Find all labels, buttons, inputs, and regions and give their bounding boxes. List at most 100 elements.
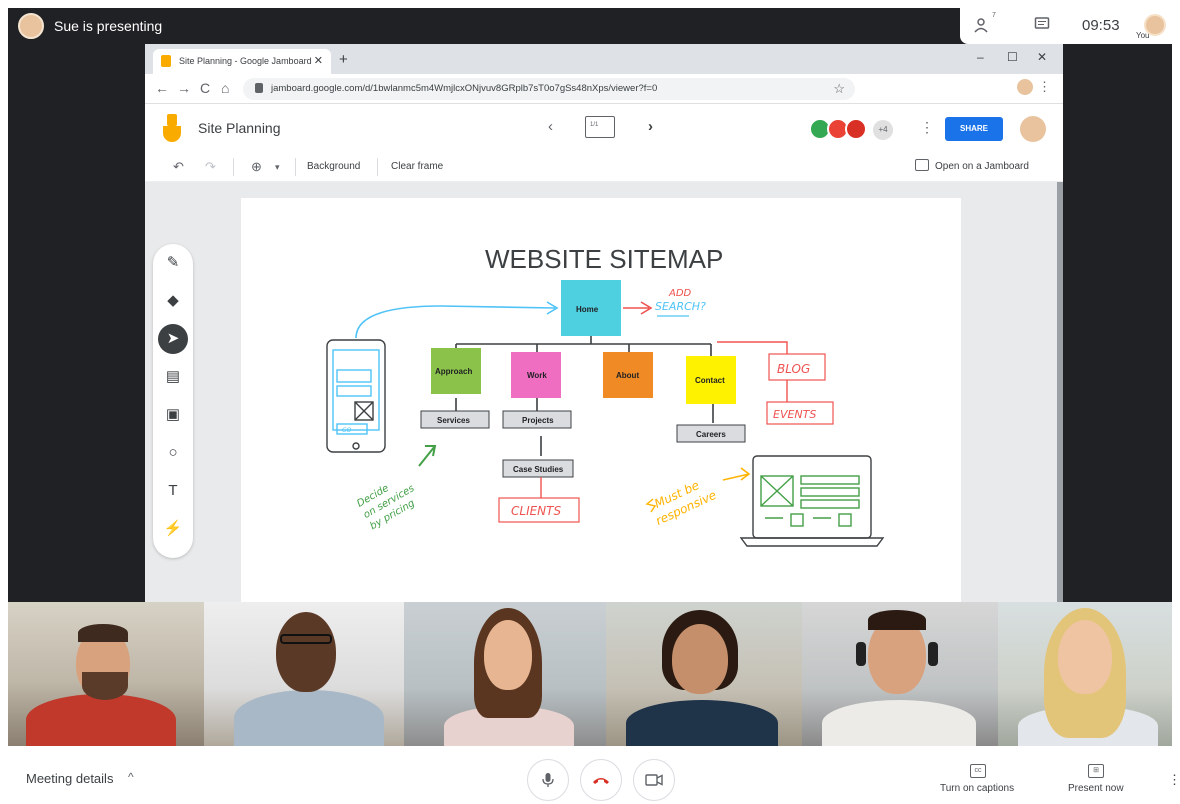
more-collaborators-badge[interactable]: +4	[873, 120, 893, 140]
url-text: jamboard.google.com/d/1bwlanmc5m4WmjlcxO…	[271, 83, 658, 94]
people-icon[interactable]	[974, 16, 994, 36]
sticky-work[interactable]: Work	[511, 352, 561, 398]
close-window-button[interactable]: ✕	[1037, 50, 1047, 64]
image-tool-icon[interactable]: ▣	[158, 400, 188, 430]
browser-menu-icon[interactable]: ⋮	[1038, 79, 1051, 95]
bookmark-star-icon[interactable]: ☆	[833, 81, 845, 97]
next-frame-icon[interactable]: ›	[648, 118, 653, 135]
zoom-icon[interactable]: ⊕	[251, 159, 262, 175]
top-bar: Sue is presenting 7 09:53 You	[8, 8, 1172, 44]
sticky-note-tool-icon[interactable]: ▤	[158, 362, 188, 392]
blog-label: BLOG	[777, 362, 810, 376]
canvas-scrollbar[interactable]	[1057, 182, 1063, 602]
sticky-about[interactable]: About	[603, 352, 653, 398]
new-tab-button[interactable]: +	[339, 51, 348, 68]
sitemap-drawing: WEBSITE SITEMAP Home Approach Work About…	[326, 244, 885, 547]
box-services[interactable]: Services	[420, 410, 490, 429]
participant-tile[interactable]	[8, 602, 204, 746]
jam-frame[interactable]: WEBSITE SITEMAP Home Approach Work About…	[241, 198, 961, 602]
present-icon[interactable]: ⊞	[1088, 764, 1104, 778]
document-title[interactable]: Site Planning	[198, 120, 281, 136]
sticky-approach[interactable]: Approach	[431, 348, 481, 394]
present-now-button[interactable]: Present now	[1068, 783, 1124, 794]
jamboard-favicon-icon	[161, 55, 171, 67]
presentation-area: Site Planning - Google Jamboard ✕ + – ☐ …	[8, 44, 1172, 602]
browser-navbar: ← → C ⌂ jamboard.google.com/d/1bwlanmc5m…	[145, 74, 1063, 104]
more-options-icon[interactable]: ⋮	[1168, 772, 1180, 788]
tools-sidebar: ✎ ◆ ➤ ▤ ▣ ○ T ⚡	[153, 244, 193, 558]
account-avatar[interactable]	[1020, 116, 1046, 142]
svg-text:Case Studies: Case Studies	[513, 465, 564, 474]
clock: 09:53	[1082, 17, 1120, 34]
text-box-tool-icon[interactable]: T	[158, 476, 188, 506]
participant-tile[interactable]	[802, 602, 998, 746]
people-count: 7	[992, 12, 996, 19]
open-on-jamboard-icon[interactable]	[915, 159, 929, 171]
box-projects[interactable]: Projects	[502, 410, 572, 429]
zoom-dropdown-icon[interactable]: ▾	[275, 162, 280, 173]
collaborator-avatar	[845, 118, 867, 140]
back-icon[interactable]: ←	[155, 80, 169, 96]
participant-tile[interactable]	[998, 602, 1172, 746]
frame-indicator: 1/1	[590, 122, 599, 128]
camera-icon	[645, 774, 663, 786]
participant-tiles	[8, 602, 1172, 746]
svg-text:Careers: Careers	[696, 430, 726, 439]
home-icon[interactable]: ⌂	[221, 80, 229, 96]
blue-arrow	[355, 305, 556, 339]
jamboard-toolbar: ↶ ↷ ⊕ ▾ Background Clear frame Open on a…	[145, 152, 1063, 182]
svg-text:Projects: Projects	[522, 416, 554, 425]
profile-avatar[interactable]	[1017, 79, 1033, 95]
minimize-button[interactable]: –	[977, 50, 984, 64]
forward-icon[interactable]: →	[177, 80, 191, 96]
turn-on-captions-button[interactable]: Turn on captions	[940, 783, 1014, 794]
maximize-button[interactable]: ☐	[1007, 50, 1018, 64]
hang-up-button[interactable]	[580, 759, 622, 801]
box-careers[interactable]: Careers	[676, 424, 746, 443]
background-button[interactable]: Background	[307, 161, 360, 172]
orange-arrow	[722, 467, 751, 481]
microphone-button[interactable]	[527, 759, 569, 801]
previous-frame-icon[interactable]: ‹	[548, 118, 553, 135]
red-arrow	[623, 301, 653, 315]
tab-title: Site Planning - Google Jamboard	[179, 56, 312, 66]
frame-bar-button[interactable]: 1/1	[585, 116, 615, 138]
phone-go-label: GO	[342, 427, 352, 434]
address-bar[interactable]: jamboard.google.com/d/1bwlanmc5m4WmjlcxO…	[243, 78, 855, 100]
select-tool-icon[interactable]: ➤	[158, 324, 188, 354]
self-avatar	[1144, 14, 1166, 36]
box-case-studies[interactable]: Case Studies	[502, 459, 574, 478]
meet-window: Sue is presenting 7 09:53 You Site Plann…	[0, 0, 1180, 801]
presenter-avatar	[18, 13, 44, 39]
participant-tile[interactable]	[404, 602, 606, 746]
browser-tab[interactable]: Site Planning - Google Jamboard ✕	[153, 49, 331, 74]
participant-tile[interactable]	[606, 602, 802, 746]
camera-button[interactable]	[633, 759, 675, 801]
participant-tile[interactable]	[204, 602, 404, 746]
presenter-label: Sue is presenting	[54, 18, 163, 34]
undo-icon[interactable]: ↶	[173, 159, 184, 175]
jamboard-menu-icon[interactable]: ⋮	[920, 119, 934, 136]
meeting-controls-bar: Meeting details ^ cc Turn on captions ⊞ …	[0, 746, 1180, 801]
sticky-contact[interactable]: Contact	[686, 356, 736, 404]
laptop-sketch	[739, 455, 885, 547]
sitemap-title: WEBSITE SITEMAP	[485, 244, 723, 274]
captions-icon[interactable]: cc	[970, 764, 986, 778]
share-button[interactable]: SHARE	[945, 117, 1003, 141]
clear-frame-button[interactable]: Clear frame	[391, 161, 443, 172]
pen-tool-icon[interactable]: ✎	[158, 248, 188, 278]
eraser-tool-icon[interactable]: ◆	[158, 286, 188, 316]
sticky-home[interactable]: Home	[561, 280, 621, 336]
laser-tool-icon[interactable]: ⚡	[158, 514, 188, 544]
svg-text:Work: Work	[527, 371, 547, 380]
reload-icon[interactable]: C	[200, 80, 210, 96]
chevron-up-icon[interactable]: ^	[128, 770, 134, 784]
meeting-details-button[interactable]: Meeting details	[26, 771, 113, 786]
add-search-note-2: SEARCH?	[655, 300, 706, 313]
redo-icon[interactable]: ↷	[205, 159, 216, 175]
tab-close-icon[interactable]: ✕	[314, 54, 323, 67]
open-on-jamboard-button[interactable]: Open on a Jamboard	[935, 161, 1029, 172]
phone-sketch	[326, 339, 386, 453]
chat-icon[interactable]	[1032, 16, 1052, 36]
shape-tool-icon[interactable]: ○	[158, 438, 188, 468]
